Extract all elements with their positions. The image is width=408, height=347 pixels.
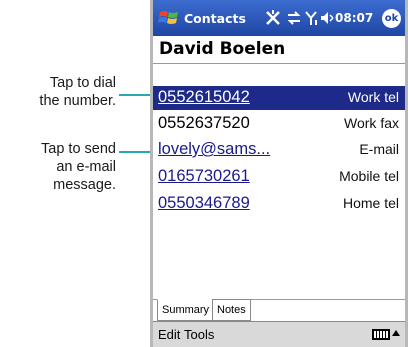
clock[interactable]: 08:07 [335, 11, 373, 25]
header-divider [153, 63, 405, 64]
work-tel-value[interactable]: 0552615042 [158, 88, 250, 107]
volume-icon[interactable] [320, 9, 334, 27]
ok-button[interactable]: ok [382, 9, 401, 28]
callout-dial: Tap to dial the number. [39, 74, 116, 110]
windows-start-icon[interactable] [158, 9, 180, 27]
menu-edit[interactable]: Edit [158, 327, 180, 342]
callout-dial-line-1: Tap to dial [49, 75, 116, 91]
input-menu-arrow-icon[interactable] [392, 330, 400, 336]
connectivity-icon[interactable] [286, 9, 302, 27]
field-row-work-tel[interactable]: 0552615042 Work tel [153, 86, 405, 110]
field-row-home-tel[interactable]: 0550346789 Home tel [153, 192, 405, 216]
tab-summary[interactable]: Summary [157, 299, 215, 321]
work-tel-label: Work tel [347, 89, 399, 105]
callout-email-line-1: Tap to send [41, 141, 116, 157]
menu-tools[interactable]: Tools [184, 327, 214, 342]
work-fax-value: 0552637520 [158, 114, 250, 132]
mobile-tel-label: Mobile tel [339, 168, 399, 184]
device-screen: Contacts 08:07 ok David Boelen 055261504… [150, 0, 408, 347]
field-row-email[interactable]: lovely@sams... E-mail [153, 138, 405, 162]
work-fax-label: Work fax [344, 115, 399, 131]
title-bar: Contacts 08:07 ok [153, 0, 405, 36]
email-label: E-mail [359, 141, 399, 157]
menu-bar: Edit Tools [153, 321, 405, 347]
tab-strip: Summary Notes [153, 299, 405, 321]
field-row-mobile-tel[interactable]: 0165730261 Mobile tel [153, 165, 405, 189]
callout-email: Tap to send an e-mail message. [41, 140, 116, 194]
callout-email-line-3: message. [53, 177, 116, 193]
contact-name: David Boelen [159, 39, 286, 59]
keyboard-icon[interactable] [372, 329, 390, 340]
mobile-tel-value[interactable]: 0165730261 [158, 167, 250, 186]
signal-off-icon[interactable] [264, 9, 282, 27]
callout-email-line-2: an e-mail [56, 159, 116, 175]
tab-notes[interactable]: Notes [212, 299, 251, 321]
home-tel-value[interactable]: 0550346789 [158, 194, 250, 213]
field-row-work-fax[interactable]: 0552637520 Work fax [153, 112, 405, 136]
signal-strength-icon[interactable] [305, 9, 319, 27]
app-title: Contacts [184, 11, 246, 26]
home-tel-label: Home tel [342, 195, 399, 211]
email-value[interactable]: lovely@sams... [158, 140, 270, 159]
callout-dial-line-2: the number. [39, 93, 116, 109]
